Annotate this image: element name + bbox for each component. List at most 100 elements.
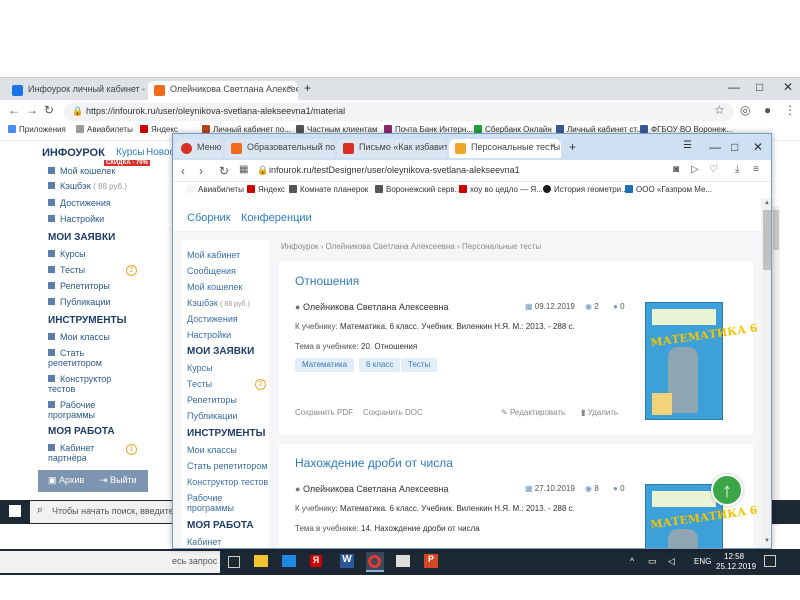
nav-collection[interactable]: Сборник [187,212,231,224]
sidebar-item-publications[interactable]: Публикации [48,297,110,307]
front-tab-1[interactable]: Образовательный порта [225,139,335,158]
nav-conferences[interactable]: Конференции [241,212,312,224]
sidebar-item-tests[interactable]: Тесты [48,265,85,275]
sidebar-item-achievements[interactable]: Достижения [48,198,111,208]
close-tab-icon[interactable]: × [550,141,556,152]
sidebar-item-test-builder[interactable]: Конструктор тестов [187,477,268,487]
front-tab-0[interactable]: Меню [175,139,223,158]
sidebar-item-become-tutor[interactable]: Стать репетитором [187,461,268,471]
network-icon[interactable]: ▭ [648,556,657,567]
scroll-down-icon[interactable]: ▼ [764,538,770,544]
star-icon[interactable]: ☆ [714,103,725,117]
sidebar-item-partner[interactable]: Кабинет партнёра [48,443,118,463]
tag-pill[interactable]: Математика [295,358,355,372]
sidebar-item-publications[interactable]: Публикации [187,411,237,421]
yandex-app-icon[interactable]: Я [310,555,322,567]
tab-menu-icon[interactable]: ☰ [683,140,692,151]
taskbar-search-box-tail[interactable]: есь запрос [0,551,220,573]
sidebar-item-programs[interactable]: Рабочие программы [187,493,247,513]
scrollbar-thumb[interactable] [773,210,779,250]
tag-pill[interactable]: Тесты [401,358,438,372]
tray-chevron-icon[interactable]: ^ [630,556,634,566]
back-tab-1[interactable]: Олейникова Светлана Алексеевна × [148,81,298,100]
back-arrow-icon[interactable]: ‹ [181,164,185,178]
bookmark-item[interactable]: Комнате планерок [289,185,368,194]
sidebar-item-settings[interactable]: Настройки [48,214,104,224]
sidebar-item-tests[interactable]: Тесты [187,379,212,389]
bookmark-item[interactable]: Авиабилеты [187,185,244,194]
front-scrollbar[interactable]: ▲ ▼ [761,198,771,548]
minimize-button[interactable]: — [728,80,740,94]
nav-courses[interactable]: Курсы [116,147,144,158]
bookmark-item[interactable]: Приложения [8,125,66,134]
sidebar-item-courses[interactable]: Курсы [187,363,213,373]
sidebar-item-wallet[interactable]: Мой кошелек [187,282,242,292]
sidebar-item-cabinet[interactable]: Мой кабинет [187,250,240,260]
sidebar-item-partner[interactable]: Кабинет [187,537,221,547]
speed-dial-icon[interactable]: ▦ [239,164,248,175]
bookmark-item[interactable]: Яндекс [247,185,285,194]
address-bar[interactable]: 🔒 infourok.ru/testDesigner/user/oleyniko… [257,162,667,180]
notifications-icon[interactable] [764,555,776,567]
bookmark-item[interactable]: История геометри... [543,185,628,194]
windows-start-icon[interactable] [9,505,21,517]
maximize-button[interactable]: □ [756,80,763,94]
test-title[interactable]: Отношения [295,274,359,288]
clock-time[interactable]: 12:58 [724,552,744,561]
powerpoint-icon[interactable]: P [424,554,438,568]
mail-icon[interactable] [282,555,296,567]
back-scrollbar[interactable] [772,206,780,526]
reload-icon[interactable]: ↻ [44,103,54,117]
minimize-button[interactable]: — [709,140,721,154]
reload-icon[interactable]: ↻ [219,164,229,178]
task-view-icon[interactable] [228,556,240,568]
edit-link[interactable]: ✎ Редактировать [501,408,565,417]
sidebar-item-cashback[interactable]: Кэшбэк ( 88 руб.) [187,298,250,308]
extension-icon[interactable]: ◎ [740,103,750,117]
profile-icon[interactable]: ● [764,103,771,117]
sidebar-item-classes[interactable]: Мои классы [48,332,110,342]
scrollbar-thumb[interactable] [763,210,771,270]
new-tab-button[interactable]: + [304,81,311,95]
camera-icon[interactable]: ◙ [673,164,679,175]
front-tab-3[interactable]: Персональные тесты - О× [449,139,561,158]
nav-news[interactable]: Новос [146,147,175,158]
sidebar-item-tutors[interactable]: Репетиторы [187,395,237,405]
word-icon[interactable]: W [340,554,354,568]
bookmark-item[interactable]: хоу во цедло — Я... [459,185,543,194]
back-tab-0[interactable]: Инфоурок личный кабинет - Я... [6,81,146,100]
bookmark-item[interactable]: Авиабилеты [76,125,133,134]
easy-setup-icon[interactable]: ≡ [753,164,759,175]
bookmark-item[interactable]: ООО «Газпром Ме... [625,185,712,194]
maximize-button[interactable]: □ [731,140,738,154]
language-indicator[interactable]: ENG [694,557,711,566]
download-icon[interactable]: ⤓ [735,164,739,175]
logout-button[interactable]: ⇥ Выйти [100,475,137,486]
taskbar-search-box[interactable]: ⌕ Чтобы начать поиск, введите [30,501,180,523]
sidebar-item-programs[interactable]: Рабочие программы [48,400,128,420]
sidebar-item-messages[interactable]: Сообщения [187,266,236,276]
scroll-up-icon[interactable]: ▲ [764,200,770,206]
back-arrow-icon[interactable]: ← [8,103,20,117]
bookmark-heart-icon[interactable]: ♡ [709,164,718,175]
forward-arrow-icon[interactable]: → [26,103,38,117]
active-app-slot[interactable] [366,552,384,572]
sidebar-item-courses[interactable]: Курсы [48,249,86,259]
sidebar-item-wallet[interactable]: Мой кошелек [48,166,115,176]
file-explorer-icon[interactable] [254,555,268,567]
photos-icon[interactable] [396,555,410,567]
save-doc-link[interactable]: Сохранить DOC [363,408,423,417]
sidebar-item-test-builder[interactable]: Конструктор тестов [48,374,128,394]
close-button[interactable]: ✕ [753,140,763,154]
archive-button[interactable]: ▣ Архив [48,475,84,486]
sidebar-item-achievements[interactable]: Достижения [187,314,238,324]
address-bar[interactable]: 🔒 https://infourok.ru/user/oleynikova-sv… [64,103,734,121]
menu-dots-icon[interactable]: ⋮ [784,103,796,117]
sidebar-item-become-tutor[interactable]: Стать репетитором [48,348,128,368]
sidebar-item-tutors[interactable]: Репетиторы [48,281,110,291]
clock-date[interactable]: 25.12.2019 [716,562,756,571]
close-tab-icon[interactable]: × [287,83,293,94]
close-button[interactable]: ✕ [783,80,793,94]
delete-link[interactable]: ▮ Удалить [581,408,618,417]
site-logo[interactable]: ИНФОУРОК [42,147,105,159]
